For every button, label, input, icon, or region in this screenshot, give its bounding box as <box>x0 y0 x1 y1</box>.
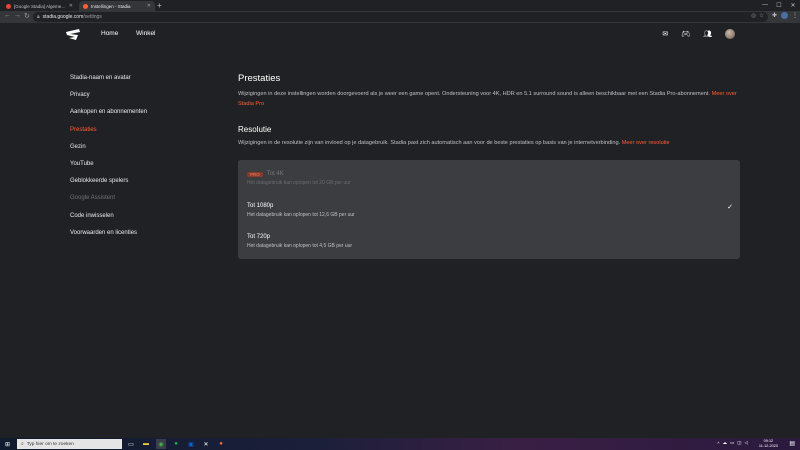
browser-tab-settings[interactable]: Instellingen - Stadia ✕ <box>79 1 155 11</box>
resolution-heading: Resolutie <box>238 125 272 134</box>
resolution-option-4k: PRO Tot 4K Het datagebruik kan oplopen t… <box>247 171 351 186</box>
url-host: stadia.google.com <box>42 14 84 20</box>
tab-favicon-icon <box>6 3 11 9</box>
browser-tab-bar: [Google Stadia] Algemene onvo ✕ Instelli… <box>0 0 800 11</box>
sidebar-item-privacy[interactable]: Privacy <box>70 92 147 109</box>
tab-title: Instellingen - Stadia <box>91 3 131 9</box>
system-tray: ^ ☁ ▭ ◫ ◁ <box>717 440 748 446</box>
settings-sidebar: Stadia-naam en avatar Privacy Aankopen e… <box>70 75 147 247</box>
task-view-icon[interactable]: ▭ <box>126 439 136 449</box>
lock-icon: 🔒︎ <box>37 14 40 20</box>
option-title: Tot 1080p <box>247 203 274 209</box>
stadia-page: Home Winkel ✉ 🎮︎ 👥︎ Stadia-naam en avata… <box>0 23 800 438</box>
description-text: Wijzigingen in deze instellingen worden … <box>238 91 711 97</box>
outlook-icon[interactable]: ▣ <box>186 439 196 449</box>
close-tab-icon[interactable]: ✕ <box>147 3 151 9</box>
windows-taskbar: ⊞ ⌕ Typ hier om te zoeken ▭ ▬ ◉ ● ▣ ✕ ● … <box>0 438 800 450</box>
new-tab-icon[interactable]: + <box>157 1 162 10</box>
network-icon[interactable]: ◫ <box>737 440 741 446</box>
spotify-icon[interactable]: ● <box>171 439 181 449</box>
cast-icon[interactable]: ◎ <box>751 13 756 19</box>
sidebar-item-redeem-code[interactable]: Code inwisselen <box>70 213 147 230</box>
add-friend-icon[interactable]: 👥︎ <box>703 30 712 38</box>
sidebar-item-google-assistant: Google Assistent <box>70 195 116 202</box>
browser-toolbar: ← → ↻ 🔒︎ stadia.google.com /settings ◎ ☆… <box>0 11 800 23</box>
controller-icon[interactable]: 🎮︎ <box>681 30 690 38</box>
resolution-options-card: PRO Tot 4K Het datagebruik kan oplopen t… <box>238 160 740 259</box>
sidebar-item-blocked-players[interactable]: Geblokkeerde spelers <box>70 178 147 195</box>
url-path: /settings <box>83 14 102 20</box>
stadia-logo-icon[interactable] <box>66 29 80 40</box>
option-title: Tot 4K <box>266 171 284 177</box>
taskbar-apps: ▭ ▬ ◉ ● ▣ ✕ ● <box>126 439 226 449</box>
close-tab-icon[interactable]: ✕ <box>69 3 73 9</box>
forward-icon[interactable]: → <box>14 12 21 19</box>
resolution-description-text: Wijzigingen in de resolutie zijn van inv… <box>238 140 621 146</box>
settings-content: Prestaties Wijzigingen in deze instellin… <box>238 73 740 146</box>
option-subtitle: Het datagebruik kan oplopen tot 20 GB pe… <box>247 180 351 186</box>
performance-description: Wijzigingen in deze instellingen worden … <box>238 90 740 109</box>
maximize-icon[interactable]: ☐ <box>772 0 786 10</box>
resolution-link[interactable]: Meer over resolutie <box>622 140 670 146</box>
cloud-icon[interactable]: ☁ <box>723 440 728 446</box>
xbox-icon[interactable]: ✕ <box>201 439 211 449</box>
header-actions: ✉ 🎮︎ 👥︎ <box>662 29 735 39</box>
notifications-icon[interactable]: ▤ <box>789 440 795 447</box>
page-title: Prestaties <box>238 73 281 84</box>
sidebar-item-purchases[interactable]: Aankopen en abonnementen <box>70 109 147 126</box>
profile-avatar[interactable] <box>781 12 788 19</box>
windows-start-icon[interactable]: ⊞ <box>5 441 10 448</box>
file-explorer-icon[interactable]: ▬ <box>141 439 151 449</box>
option-subtitle: Het datagebruik kan oplopen tot 12,6 GB … <box>247 212 355 218</box>
chrome-icon[interactable]: ◉ <box>156 439 166 449</box>
bookmark-star-icon[interactable]: ☆ <box>759 13 764 19</box>
search-icon: ⌕ <box>21 442 24 447</box>
mail-icon[interactable]: ✉ <box>662 30 668 38</box>
firefox-icon[interactable]: ● <box>216 439 226 449</box>
clock-date: 11-12-2020 <box>758 443 778 448</box>
tray-chevron-icon[interactable]: ^ <box>717 441 719 446</box>
address-bar[interactable]: 🔒︎ stadia.google.com /settings ◎ ☆ <box>33 12 768 22</box>
browser-tab-support[interactable]: [Google Stadia] Algemene onvo ✕ <box>2 1 77 11</box>
tab-favicon-icon <box>83 3 88 9</box>
back-icon[interactable]: ← <box>4 12 11 19</box>
close-window-icon[interactable]: ✕ <box>786 0 800 10</box>
minimize-icon[interactable]: — <box>758 0 772 10</box>
battery-icon[interactable]: ▭ <box>730 440 734 446</box>
option-title: Tot 720p <box>247 234 271 240</box>
resolution-description: Wijzigingen in de resolutie zijn van inv… <box>238 140 740 146</box>
option-subtitle: Het datagebruik kan oplopen tot 4,5 GB p… <box>247 243 353 249</box>
taskbar-clock[interactable]: 09:12 11-12-2020 <box>759 439 778 449</box>
sidebar-item-performance[interactable]: Prestaties <box>70 127 147 144</box>
taskbar-search-box[interactable]: ⌕ Typ hier om te zoeken <box>17 439 122 449</box>
window-controls: — ☐ ✕ <box>758 0 800 10</box>
sidebar-item-family[interactable]: Gezin <box>70 144 147 161</box>
nav-home[interactable]: Home <box>101 30 118 37</box>
pro-badge: PRO <box>247 171 263 177</box>
menu-icon[interactable]: ⋮ <box>792 12 798 19</box>
checkmark-icon: ✓ <box>727 204 733 211</box>
resolution-option-1080p[interactable]: Tot 1080p Het datagebruik kan oplopen to… <box>247 203 355 218</box>
sidebar-item-stadia-name[interactable]: Stadia-naam en avatar <box>70 75 147 92</box>
sidebar-item-terms[interactable]: Voorwaarden en licenties <box>70 230 147 247</box>
search-placeholder: Typ hier om te zoeken <box>26 441 74 447</box>
user-avatar[interactable] <box>725 29 735 39</box>
tab-title: [Google Stadia] Algemene onvo <box>14 3 66 9</box>
sidebar-item-youtube[interactable]: YouTube <box>70 161 147 178</box>
nav-store[interactable]: Winkel <box>136 30 156 37</box>
volume-icon[interactable]: ◁ <box>745 440 748 446</box>
reload-icon[interactable]: ↻ <box>24 12 30 20</box>
extensions-icon[interactable]: ✚ <box>772 12 777 19</box>
resolution-option-720p[interactable]: Tot 720p Het datagebruik kan oplopen tot… <box>247 234 352 249</box>
